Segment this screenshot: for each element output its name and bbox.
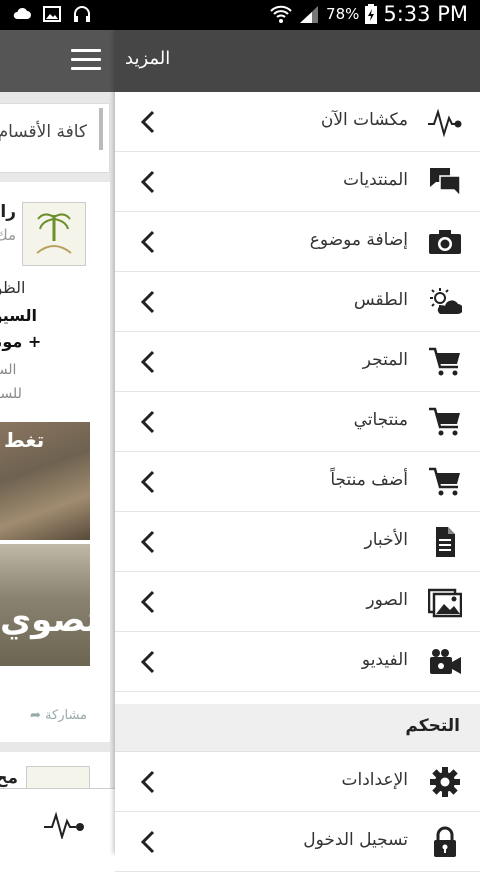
menu-item-photos[interactable]: الصور <box>115 572 480 632</box>
menu-item-label: إضافة موضوع <box>309 230 408 250</box>
navigation-drawer: المزيد مكشات الآن المنتديات إضافة موضوع … <box>115 30 480 872</box>
share-arrow-icon: ➦ <box>30 708 41 723</box>
signal-icon <box>300 6 319 23</box>
post-image-1[interactable]: تغط <box>0 422 90 540</box>
post-author-sub: مك <box>0 226 16 244</box>
menu-item-login[interactable]: تسجيل الدخول <box>115 812 480 872</box>
menu-item-weather[interactable]: الطقس <box>115 272 480 332</box>
post-excerpt-line1: السلام عليكم <box>0 362 17 378</box>
cart-icon <box>429 407 460 436</box>
post-title-line1: السيول التار <box>0 306 38 325</box>
post-excerpt-line2: للسيول التاري <box>0 386 22 402</box>
chevron-left-icon <box>140 170 155 194</box>
post-image-2-caption: تصوي <box>0 600 99 640</box>
menu-item-label: الإعدادات <box>341 770 408 790</box>
menu-item-label: تسجيل الدخول <box>303 830 408 850</box>
drawer-title: المزيد <box>125 48 171 69</box>
chevron-left-icon <box>140 650 155 674</box>
drawer-header: المزيد <box>115 30 480 92</box>
pulse-icon <box>428 108 462 138</box>
post-category: الظواهر الجو <box>0 278 26 297</box>
section-title: التحكم <box>405 716 460 736</box>
hamburger-menu-icon[interactable] <box>71 49 101 73</box>
status-right: 78% 5:33 PM <box>270 2 468 26</box>
chevron-left-icon <box>140 110 155 134</box>
menu-item-add-topic[interactable]: إضافة موضوع <box>115 212 480 272</box>
chevron-left-icon <box>140 470 155 494</box>
scrollbar[interactable] <box>99 108 103 150</box>
menu-item-store[interactable]: المتجر <box>115 332 480 392</box>
menu-item-label: مكشات الآن <box>320 110 408 130</box>
author-avatar <box>22 202 86 266</box>
battery-icon <box>365 4 378 24</box>
background-toolbar <box>0 30 115 92</box>
share-label: مشاركة <box>45 708 88 723</box>
menu-item-label: الفيديو <box>361 650 408 670</box>
menu-item-label: أضف منتجاً <box>330 470 408 490</box>
menu-item-add-product[interactable]: أضف منتجاً <box>115 452 480 512</box>
post-image-2[interactable]: تصوي <box>0 544 99 666</box>
bottom-nav <box>0 788 115 854</box>
document-icon <box>436 527 455 557</box>
chevron-left-icon <box>140 530 155 554</box>
menu-item-settings[interactable]: الإعدادات <box>115 752 480 812</box>
chevron-left-icon <box>140 410 155 434</box>
palm-swords-emblem-icon <box>36 213 72 254</box>
menu-item-forums[interactable]: المنتديات <box>115 152 480 212</box>
chevron-left-icon <box>140 290 155 314</box>
chat-bubbles-icon <box>430 168 461 198</box>
background-page: كافة الأقسام راف مك الظواهر الجو السيول … <box>0 30 115 854</box>
weather-icon <box>430 288 462 314</box>
menu-item-label: الصور <box>366 590 408 610</box>
menu-item-video[interactable]: الفيديو <box>115 632 480 692</box>
chevron-left-icon <box>140 230 155 254</box>
post-title-line2: + مونتاج في <box>0 332 42 351</box>
gear-icon <box>430 767 460 797</box>
menu-item-news[interactable]: الأخبار <box>115 512 480 572</box>
sections-dropdown[interactable]: كافة الأقسام <box>0 103 110 173</box>
sections-dropdown-value: كافة الأقسام <box>0 122 87 142</box>
menu-item-label: الطقس <box>353 290 408 310</box>
share-button[interactable]: مشاركة ➦ <box>30 708 87 723</box>
images-icon <box>428 588 462 618</box>
notification-icons <box>12 4 92 24</box>
chevron-left-icon <box>140 770 155 794</box>
post-image-1-caption: تغط <box>4 428 45 452</box>
wifi-icon <box>270 5 292 23</box>
battery-percent: 78% <box>326 5 360 23</box>
chevron-left-icon <box>140 350 155 374</box>
pulse-icon[interactable] <box>44 809 86 839</box>
post-2-author: مح <box>0 768 18 788</box>
post-card[interactable]: راف مك الظواهر الجو السيول التار + مونتا… <box>0 182 110 742</box>
section-header-control: التحكم <box>115 704 480 752</box>
cart-icon <box>429 467 460 496</box>
menu-item-label: المنتديات <box>343 170 408 190</box>
status-bar: 78% 5:33 PM <box>0 0 480 30</box>
menu-item-live-now[interactable]: مكشات الآن <box>115 92 480 152</box>
cart-icon <box>429 347 460 376</box>
menu-item-label: منتجاتي <box>353 410 408 430</box>
headset-icon <box>74 6 90 22</box>
menu-item-label: المتجر <box>362 350 408 370</box>
camera-icon <box>429 230 461 254</box>
menu-item-label: الأخبار <box>364 530 408 550</box>
image-icon <box>43 6 61 22</box>
lock-icon <box>434 826 456 857</box>
cloud-icon <box>13 7 32 20</box>
chevron-left-icon <box>140 590 155 614</box>
post-author: راف <box>0 202 16 222</box>
chevron-left-icon <box>140 830 155 854</box>
clock: 5:33 PM <box>383 2 468 26</box>
video-camera-icon <box>430 649 461 674</box>
menu-item-my-products[interactable]: منتجاتي <box>115 392 480 452</box>
